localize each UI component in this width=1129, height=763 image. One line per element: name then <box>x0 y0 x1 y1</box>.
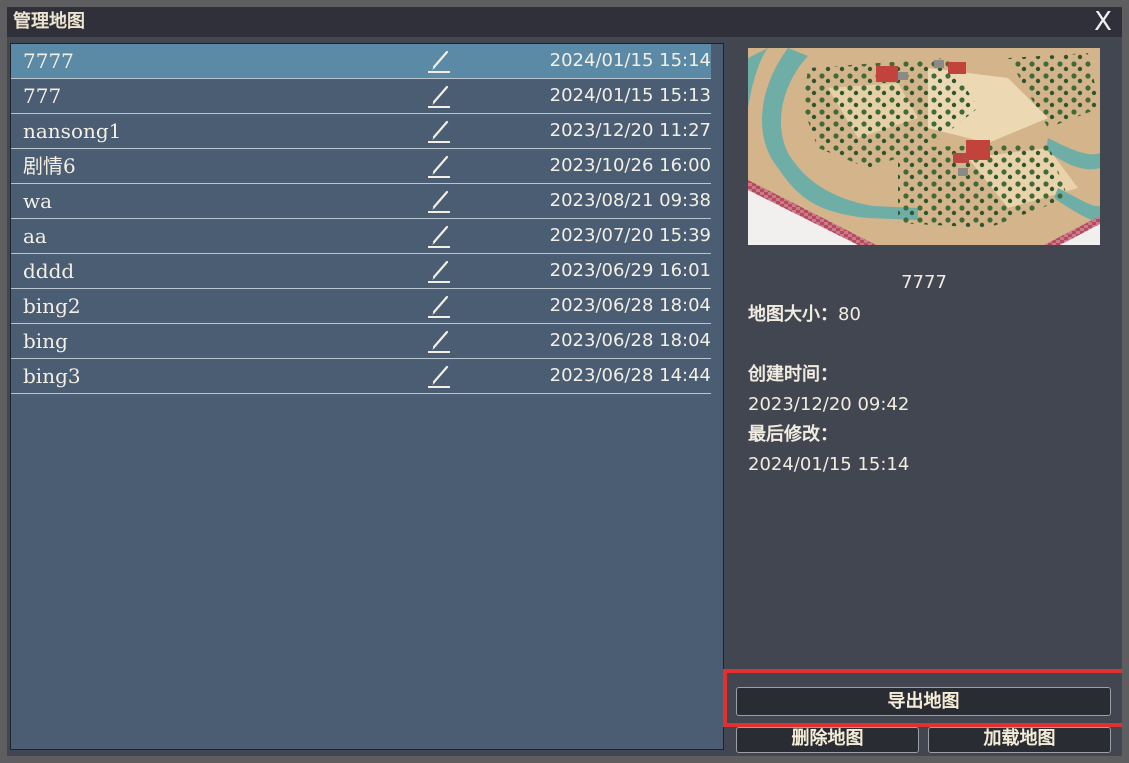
pencil-edit-icon[interactable] <box>426 155 452 179</box>
map-modified-date: 2023/07/20 15:39 <box>549 225 711 246</box>
map-modified-date: 2023/06/29 16:01 <box>549 260 711 281</box>
map-list[interactable]: 7777 2024/01/15 15:14 777 2024/01/15 15:13 n… <box>10 43 724 750</box>
map-modified-date: 2024/01/15 15:14 <box>549 50 711 71</box>
selected-map-name: 7777 <box>901 272 947 293</box>
map-name: bing3 <box>23 364 81 388</box>
created-time-label: 创建时间： <box>748 364 838 385</box>
map-name: aa <box>23 224 47 248</box>
export-map-button[interactable]: 导出地图 <box>736 687 1111 716</box>
map-size-value: 80 <box>838 304 861 325</box>
title-bar: 管理地图 X <box>7 7 1122 37</box>
map-name: wa <box>23 189 53 213</box>
map-name: nansong1 <box>23 119 122 143</box>
pencil-edit-icon[interactable] <box>426 295 452 319</box>
map-modified-date: 2023/06/28 14:44 <box>549 365 711 386</box>
map-name: bing2 <box>23 294 81 318</box>
load-map-button[interactable]: 加载地图 <box>928 727 1111 753</box>
delete-map-button[interactable]: 删除地图 <box>736 727 919 753</box>
map-name: 7777 <box>23 49 74 73</box>
map-list-row[interactable]: nansong1 2023/12/20 11:27 <box>11 114 711 149</box>
map-modified-date: 2023/10/26 16:00 <box>549 155 711 176</box>
map-name: bing <box>23 329 68 353</box>
pencil-edit-icon[interactable] <box>426 225 452 249</box>
map-list-row[interactable]: dddd 2023/06/29 16:01 <box>11 254 711 289</box>
map-name: 剧情6 <box>23 154 76 178</box>
map-modified-date: 2023/08/21 09:38 <box>549 190 711 211</box>
manage-maps-dialog: 管理地图 X 7777 2024/01/15 15:14 777 2024/01/15… <box>7 7 1122 756</box>
map-list-row[interactable]: 剧情6 2023/10/26 16:00 <box>11 149 711 184</box>
map-modified-date: 2023/06/28 18:04 <box>549 295 711 316</box>
last-modified-value: 2024/01/15 15:14 <box>748 454 910 475</box>
map-name: dddd <box>23 259 75 283</box>
map-modified-date: 2024/01/15 15:13 <box>549 85 711 106</box>
map-size-label: 地图大小： <box>748 304 838 325</box>
pencil-edit-icon[interactable] <box>426 120 452 144</box>
close-icon[interactable]: X <box>1090 7 1116 37</box>
dialog-title: 管理地图 <box>13 11 85 32</box>
map-modified-date: 2023/06/28 18:04 <box>549 330 711 351</box>
map-list-row[interactable]: bing3 2023/06/28 14:44 <box>11 359 711 394</box>
map-list-row[interactable]: bing2 2023/06/28 18:04 <box>11 289 711 324</box>
pencil-edit-icon[interactable] <box>426 260 452 284</box>
map-list-row[interactable]: 7777 2024/01/15 15:14 <box>11 44 711 79</box>
created-time-value: 2023/12/20 09:42 <box>748 394 910 415</box>
pencil-edit-icon[interactable] <box>426 365 452 389</box>
map-name: 777 <box>23 84 62 108</box>
map-list-row[interactable]: 777 2024/01/15 15:13 <box>11 79 711 114</box>
pencil-edit-icon[interactable] <box>426 190 452 214</box>
map-size-row: 地图大小：80 <box>748 304 861 326</box>
map-list-row[interactable]: bing 2023/06/28 18:04 <box>11 324 711 359</box>
map-modified-date: 2023/12/20 11:27 <box>549 120 711 141</box>
pencil-edit-icon[interactable] <box>426 50 452 74</box>
map-list-row[interactable]: aa 2023/07/20 15:39 <box>11 219 711 254</box>
map-preview-thumbnail <box>748 48 1100 245</box>
map-list-row[interactable]: wa 2023/08/21 09:38 <box>11 184 711 219</box>
pencil-edit-icon[interactable] <box>426 85 452 109</box>
pencil-edit-icon[interactable] <box>426 330 452 354</box>
last-modified-label: 最后修改： <box>748 424 838 445</box>
